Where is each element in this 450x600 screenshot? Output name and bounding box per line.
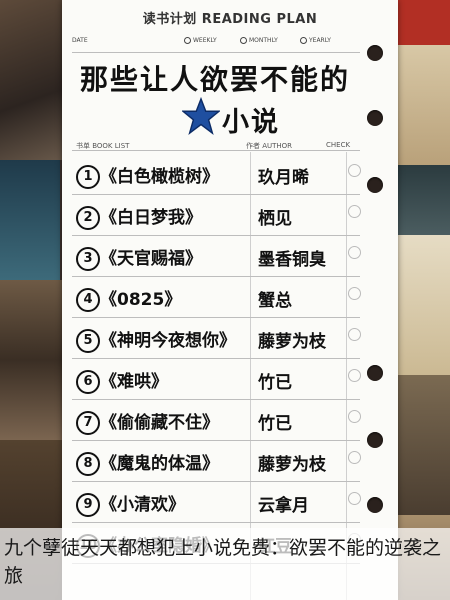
book-row: 8 《魔鬼的体温》 藤萝为枝 bbox=[72, 445, 362, 483]
row-divider bbox=[72, 235, 360, 236]
check-circle bbox=[348, 164, 361, 177]
collage-tile bbox=[395, 375, 450, 515]
row-number: 8 bbox=[76, 452, 100, 476]
book-row: 2 《白日梦我》 栖见 bbox=[72, 199, 362, 237]
row-divider bbox=[72, 276, 360, 277]
period-weekly-label: WEEKLY bbox=[193, 37, 217, 44]
row-number: 3 bbox=[76, 247, 100, 271]
radio-icon bbox=[240, 37, 247, 44]
check-circle bbox=[348, 410, 361, 423]
meta-row: DATE WEEKLY MONTHLY YEARLY bbox=[72, 37, 362, 49]
book-title: 《小清欢》 bbox=[100, 495, 185, 515]
collage-tile bbox=[0, 280, 70, 440]
binder-hole bbox=[367, 432, 383, 448]
row-divider bbox=[72, 481, 360, 482]
binder-hole bbox=[367, 365, 383, 381]
book-row: 3 《天官赐福》 墨香铜臭 bbox=[72, 240, 362, 278]
row-number: 5 bbox=[76, 329, 100, 353]
collage-tile bbox=[0, 160, 60, 280]
collage-tile bbox=[395, 45, 450, 165]
book-author: 玖月晞 bbox=[258, 168, 309, 188]
book-title: 《白色橄榄树》 bbox=[100, 167, 219, 187]
check-circle bbox=[348, 492, 361, 505]
collage-tile bbox=[395, 165, 450, 235]
row-number: 9 bbox=[76, 493, 100, 517]
period-weekly: WEEKLY bbox=[184, 37, 217, 44]
period-monthly-label: MONTHLY bbox=[249, 37, 278, 44]
book-title: 《神明今夜想你》 bbox=[100, 331, 236, 351]
row-number: 2 bbox=[76, 206, 100, 230]
caption-text: 九个孽徒天天都想犯上小说免费：欲罢不能的逆袭之旅 bbox=[4, 537, 442, 587]
book-row: 5 《神明今夜想你》 藤萝为枝 bbox=[72, 322, 362, 360]
row-divider bbox=[72, 317, 360, 318]
period-monthly: MONTHLY bbox=[240, 37, 278, 44]
date-label: DATE bbox=[72, 37, 88, 44]
collage-tile bbox=[395, 0, 450, 45]
caption-overlay: 九个孽徒天天都想犯上小说免费：欲罢不能的逆袭之旅 bbox=[0, 528, 450, 600]
star-icon bbox=[182, 97, 220, 135]
row-divider bbox=[72, 194, 360, 195]
book-title: 《0825》 bbox=[100, 290, 182, 310]
row-number: 7 bbox=[76, 411, 100, 435]
radio-icon bbox=[184, 37, 191, 44]
row-number: 4 bbox=[76, 288, 100, 312]
book-list-column-header: 书单 BOOK LIST bbox=[76, 142, 130, 150]
check-circle bbox=[348, 369, 361, 382]
check-circle bbox=[348, 451, 361, 464]
book-row: 7 《偷偷藏不住》 竹已 bbox=[72, 404, 362, 442]
check-circle bbox=[348, 246, 361, 259]
heading-line-2: 小说 bbox=[222, 107, 280, 138]
row-divider bbox=[72, 399, 360, 400]
collage-tile bbox=[395, 235, 450, 375]
reading-plan-sheet: 读书计划 READING PLAN DATE WEEKLY MONTHLY YE… bbox=[62, 0, 398, 600]
check-column-header: CHECK bbox=[326, 141, 351, 149]
book-row: 4 《0825》 蟹总 bbox=[72, 281, 362, 319]
book-row: 6 《难哄》 竹已 bbox=[72, 363, 362, 401]
plan-title: 读书计划 READING PLAN bbox=[142, 12, 318, 27]
radio-icon bbox=[300, 37, 307, 44]
book-author: 竹已 bbox=[258, 373, 292, 393]
book-title: 《白日梦我》 bbox=[100, 208, 202, 228]
author-column-header: 作者 AUTHOR bbox=[246, 142, 293, 150]
heading-line-1: 那些让人欲罢不能的 bbox=[80, 63, 351, 96]
book-author: 墨香铜臭 bbox=[258, 250, 326, 270]
book-title: 《魔鬼的体温》 bbox=[100, 454, 219, 474]
divider bbox=[72, 52, 360, 53]
book-author: 藤萝为枝 bbox=[258, 332, 326, 352]
row-divider bbox=[72, 440, 360, 441]
period-yearly: YEARLY bbox=[300, 37, 331, 44]
check-circle bbox=[348, 205, 361, 218]
binder-hole bbox=[367, 45, 383, 61]
book-author: 藤萝为枝 bbox=[258, 455, 326, 475]
book-row: 1 《白色橄榄树》 玖月晞 bbox=[72, 158, 362, 196]
book-title: 《天官赐福》 bbox=[100, 249, 202, 269]
binder-hole bbox=[367, 110, 383, 126]
book-title: 《偷偷藏不住》 bbox=[100, 413, 219, 433]
row-divider bbox=[72, 522, 360, 523]
period-yearly-label: YEARLY bbox=[309, 37, 331, 44]
binder-hole bbox=[367, 177, 383, 193]
book-row: 9 《小清欢》 云拿月 bbox=[72, 486, 362, 524]
check-circle bbox=[348, 328, 361, 341]
book-title: 《难哄》 bbox=[100, 372, 168, 392]
check-circle bbox=[348, 287, 361, 300]
book-author: 竹已 bbox=[258, 414, 292, 434]
book-author: 蟹总 bbox=[258, 291, 292, 311]
book-author: 云拿月 bbox=[258, 496, 309, 516]
book-author: 栖见 bbox=[258, 209, 292, 229]
row-divider bbox=[72, 358, 360, 359]
binder-hole bbox=[367, 497, 383, 513]
row-number: 6 bbox=[76, 370, 100, 394]
row-number: 1 bbox=[76, 165, 100, 189]
